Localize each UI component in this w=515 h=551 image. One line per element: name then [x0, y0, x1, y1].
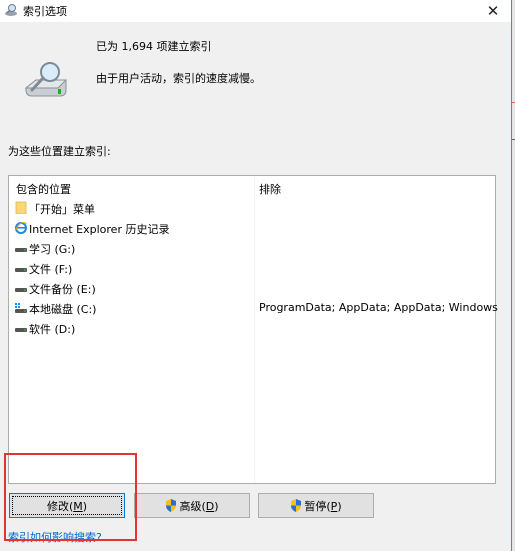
index-locations-label: 为这些位置建立索引:	[8, 145, 111, 158]
indexed-count-text: 已为 1,694 项建立索引	[96, 40, 212, 53]
pause-button[interactable]: 暂停(P)	[258, 493, 374, 518]
close-button[interactable]: ✕	[479, 0, 507, 22]
drive-icon	[15, 328, 27, 332]
title-bar: 索引选项 ✕	[0, 0, 511, 22]
drive-icon	[15, 288, 27, 292]
modify-label: 修改(M)	[46, 499, 88, 513]
internet-explorer-icon	[15, 222, 27, 234]
location-name: 学习 (G:)	[29, 243, 76, 256]
pause-label: 暂停(P)	[304, 499, 342, 513]
location-name: 软件 (D:)	[29, 323, 76, 336]
column-header-excluded[interactable]: 排除	[259, 181, 281, 197]
indexing-options-icon	[5, 4, 17, 16]
system-drive-icon	[15, 303, 27, 313]
list-item[interactable]: Internet Explorer 历史记录	[9, 218, 495, 238]
drive-icon	[15, 268, 27, 272]
list-item[interactable]: 「开始」菜单	[9, 198, 495, 218]
uac-shield-icon	[291, 499, 302, 512]
indexing-status-message: 由于用户活动，索引的速度减慢。	[96, 72, 261, 85]
location-name: 文件备份 (E:)	[29, 283, 96, 296]
location-name: 本地磁盘 (C:)	[29, 303, 97, 316]
window-title: 索引选项	[23, 5, 67, 18]
list-item[interactable]: 学习 (G:)	[9, 238, 495, 258]
close-icon: ✕	[486, 2, 500, 20]
column-header-included[interactable]: 包含的位置	[16, 181, 71, 197]
location-name: 「开始」菜单	[29, 203, 95, 216]
list-item[interactable]: 本地磁盘 (C:) ProgramData; AppData; AppData;…	[9, 298, 498, 318]
list-item[interactable]: 软件 (D:)	[9, 318, 495, 338]
indexing-help-link[interactable]: 索引如何影响搜索?	[8, 529, 102, 545]
indexing-drive-icon	[24, 62, 68, 97]
folder-icon	[15, 201, 27, 214]
drive-icon	[15, 248, 27, 252]
uac-shield-icon	[166, 499, 177, 512]
list-item[interactable]: 文件 (F:)	[9, 258, 495, 278]
exclusions: ProgramData; AppData; AppData; Windows	[259, 301, 498, 314]
location-name: Internet Explorer 历史记录	[29, 223, 170, 236]
advanced-button[interactable]: 高级(D)	[134, 493, 250, 518]
indexed-locations-list[interactable]: 包含的位置 排除 「开始」菜单 Internet Explorer 历史记录 学…	[8, 175, 498, 484]
modify-button[interactable]: 修改(M)	[9, 493, 125, 518]
advanced-label: 高级(D)	[179, 499, 219, 513]
location-name: 文件 (F:)	[29, 263, 73, 276]
list-item[interactable]: 文件备份 (E:)	[9, 278, 495, 298]
